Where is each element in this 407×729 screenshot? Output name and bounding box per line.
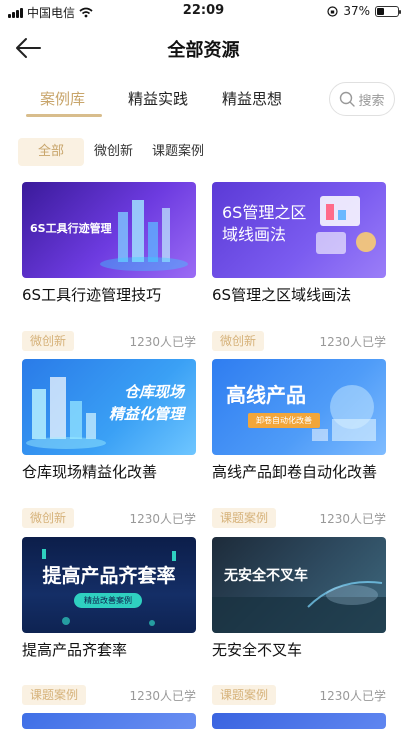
card-meta: 微创新 1230人已学	[212, 331, 386, 353]
thumb-caption: 仓库现场 精益化管理	[108, 383, 184, 423]
resource-card[interactable]: 仓库现场 精益化管理 仓库现场精益化改善	[22, 359, 196, 482]
search-placeholder: 搜索	[358, 93, 385, 109]
filter-bar: 全部 微创新 课题案例	[0, 138, 407, 168]
learner-count: 1230人已学	[129, 512, 196, 526]
battery-icon	[375, 5, 401, 17]
card-meta: 微创新 1230人已学	[22, 508, 196, 530]
tab-bar: 案例库 精益实践 精益思想 搜索	[0, 82, 407, 122]
card-title: 6S管理之区域线画法	[212, 286, 352, 304]
learner-count: 1230人已学	[129, 335, 196, 349]
learner-count: 1230人已学	[319, 689, 386, 703]
filter-topic-cases[interactable]: 课题案例	[152, 138, 204, 166]
resource-card[interactable]: 无安全不叉车 无安全不叉车	[212, 537, 386, 660]
thumb-caption: 无安全不叉车	[224, 568, 308, 584]
status-right: 37%	[327, 4, 401, 18]
resource-card[interactable]: 6S管理之区 域线画法 6S管理之区域线画法	[212, 182, 386, 305]
category-badge: 课题案例	[212, 685, 277, 705]
tab-lean-practice[interactable]: 精益实践	[128, 88, 188, 109]
resource-card[interactable]: 提高产品齐套率 精益改善案例 提高产品齐套率	[22, 537, 196, 660]
learner-count: 1230人已学	[319, 512, 386, 526]
battery-percent: 37%	[343, 4, 370, 18]
category-badge: 微创新	[22, 508, 75, 528]
card-meta: 微创新 1230人已学	[22, 331, 196, 353]
active-tab-indicator	[26, 114, 102, 117]
tab-case-library[interactable]: 案例库	[40, 88, 85, 109]
page-title: 全部资源	[167, 40, 240, 61]
card-title: 高线产品卸卷自动化改善	[212, 463, 378, 481]
orientation-lock-icon	[327, 5, 338, 17]
category-badge: 微创新	[22, 331, 75, 351]
filter-all[interactable]: 全部	[18, 138, 85, 166]
card-thumbnail	[22, 713, 196, 729]
thumb-caption: 6S管理之区 域线画法	[222, 203, 307, 244]
card-thumbnail: 无安全不叉车	[212, 537, 386, 633]
search-icon	[340, 91, 356, 107]
card-thumbnail	[212, 713, 386, 729]
category-badge: 微创新	[212, 331, 265, 351]
card-meta: 课题案例 1230人已学	[212, 508, 386, 530]
search-button[interactable]: 搜索	[329, 82, 395, 116]
card-title: 6S工具行迹管理技巧	[22, 286, 162, 304]
learner-count: 1230人已学	[319, 335, 386, 349]
resource-card[interactable]	[22, 713, 196, 729]
card-title: 无安全不叉车	[212, 641, 303, 659]
thumb-subcaption: 精益改善案例	[74, 593, 142, 608]
thumb-caption: 高线产品	[226, 383, 306, 407]
card-thumbnail: 6S工具行迹管理	[22, 182, 196, 278]
card-title: 仓库现场精益化改善	[22, 463, 158, 481]
card-meta: 课题案例 1230人已学	[22, 685, 196, 707]
learner-count: 1230人已学	[129, 689, 196, 703]
card-thumbnail: 提高产品齐套率 精益改善案例	[22, 537, 196, 633]
nav-bar: 全部资源	[0, 28, 407, 68]
card-thumbnail: 6S管理之区 域线画法	[212, 182, 386, 278]
resource-card[interactable]: 高线产品 卸卷自动化改善 高线产品卸卷自动化改善	[212, 359, 386, 482]
resource-card[interactable]	[212, 713, 386, 729]
card-title: 提高产品齐套率	[22, 641, 128, 659]
thumb-caption: 6S工具行迹管理	[30, 222, 112, 235]
tab-lean-thinking[interactable]: 精益思想	[222, 88, 282, 109]
resource-card[interactable]: 6S工具行迹管理 6S工具行迹管理技巧	[22, 182, 196, 305]
category-badge: 课题案例	[22, 685, 87, 705]
filter-micro-innovation[interactable]: 微创新	[94, 138, 133, 166]
category-badge: 课题案例	[212, 508, 277, 528]
thumb-caption: 提高产品齐套率	[42, 565, 176, 587]
card-meta: 课题案例 1230人已学	[212, 685, 386, 707]
status-bar: 中国电信 22:09 37%	[0, 0, 407, 22]
thumb-subcaption: 卸卷自动化改善	[248, 413, 320, 428]
card-thumbnail: 仓库现场 精益化管理	[22, 359, 196, 455]
card-thumbnail: 高线产品 卸卷自动化改善	[212, 359, 386, 455]
